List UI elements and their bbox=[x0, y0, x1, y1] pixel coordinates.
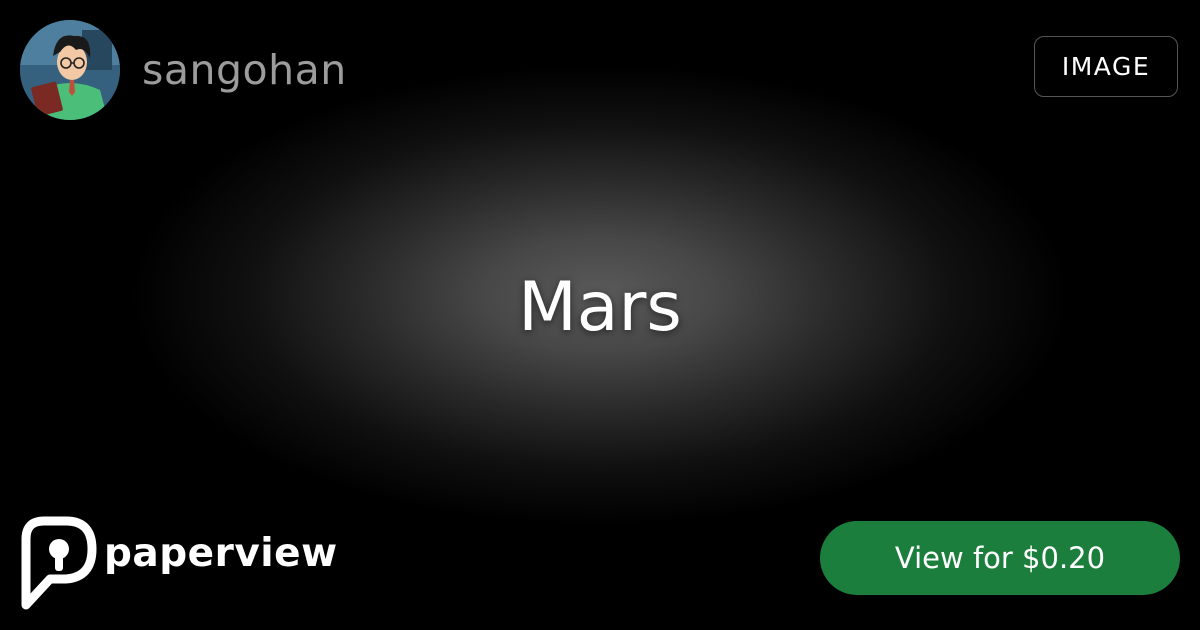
username[interactable]: sangohan bbox=[142, 44, 347, 96]
avatar-illustration-icon bbox=[20, 20, 120, 120]
share-card: sangohan IMAGE Mars paperview View for $… bbox=[0, 0, 1200, 630]
view-purchase-button[interactable]: View for $0.20 bbox=[820, 521, 1180, 595]
avatar[interactable] bbox=[20, 20, 120, 120]
content-type-badge: IMAGE bbox=[1034, 36, 1178, 97]
brand-name[interactable]: paperview bbox=[104, 530, 338, 578]
paperview-logo-icon bbox=[21, 516, 97, 610]
content-title: Mars bbox=[518, 268, 682, 347]
